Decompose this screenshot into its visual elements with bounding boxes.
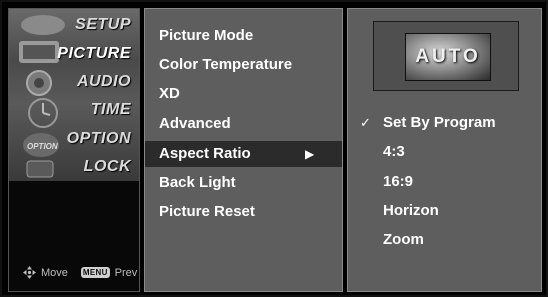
menu-item-picture-mode[interactable]: Picture Mode [145, 23, 342, 49]
category-setup[interactable]: SETUP [75, 16, 131, 34]
tv-osd-screen: OPTION SETUP PICTURE AUDIO TIME OPTION L… [0, 0, 548, 297]
menu-item-back-light[interactable]: Back Light [145, 170, 342, 196]
option-label: Horizon [383, 202, 439, 219]
category-lock[interactable]: LOCK [84, 158, 131, 176]
aspect-preview-frame: AUTO [373, 21, 519, 91]
menu-item-advanced[interactable]: Advanced [145, 111, 342, 137]
aspect-ratio-options: AUTO ✓ Set By Program 4:3 16:9 Horizon Z… [347, 8, 542, 292]
aspect-preview-label: AUTO [415, 46, 481, 67]
menu-item-label: XD [159, 85, 180, 102]
option-label: Set By Program [383, 114, 496, 131]
category-option[interactable]: OPTION [67, 130, 131, 148]
menu-item-aspect-ratio[interactable]: Aspect Ratio ▶ [145, 141, 342, 167]
menu-item-picture-reset[interactable]: Picture Reset [145, 199, 342, 225]
option-label: 4:3 [383, 143, 405, 160]
menu-item-xd[interactable]: XD [145, 81, 342, 107]
menu-item-label: Color Temperature [159, 56, 293, 73]
svg-text:OPTION: OPTION [27, 142, 58, 151]
move-hint-label: Move [41, 266, 68, 279]
option-horizon[interactable]: Horizon [348, 198, 541, 224]
menu-item-label: Picture Mode [159, 27, 254, 44]
picture-menu: Picture Mode Color Temperature XD Advanc… [144, 8, 343, 292]
menu-item-label: Picture Reset [159, 203, 255, 220]
menu-item-color-temperature[interactable]: Color Temperature [145, 52, 342, 78]
category-picture[interactable]: PICTURE [57, 45, 131, 63]
menu-key-icon: MENU [80, 267, 110, 278]
option-label: Zoom [383, 231, 424, 248]
menu-item-label: Back Light [159, 174, 236, 191]
category-tiles: OPTION SETUP PICTURE AUDIO TIME OPTION L… [9, 9, 139, 181]
navigation-hint: Move MENU Prev [23, 266, 137, 279]
submenu-arrow-icon: ▶ [305, 147, 315, 161]
category-panel: OPTION SETUP PICTURE AUDIO TIME OPTION L… [8, 8, 140, 292]
option-4-3[interactable]: 4:3 [348, 139, 541, 165]
option-zoom[interactable]: Zoom [348, 227, 541, 253]
category-audio[interactable]: AUDIO [77, 73, 131, 91]
option-set-by-program[interactable]: ✓ Set By Program [348, 110, 541, 136]
prev-hint-label: Prev [114, 266, 138, 279]
menu-item-label: Aspect Ratio [159, 145, 251, 162]
aspect-preview-image: AUTO [405, 33, 491, 81]
category-time[interactable]: TIME [91, 101, 131, 119]
category-artwork: OPTION [19, 15, 65, 178]
checkmark-icon: ✓ [360, 115, 371, 130]
option-label: 16:9 [383, 173, 414, 190]
move-arrows-icon [23, 266, 36, 279]
option-16-9[interactable]: 16:9 [348, 169, 541, 195]
menu-item-label: Advanced [159, 115, 231, 132]
